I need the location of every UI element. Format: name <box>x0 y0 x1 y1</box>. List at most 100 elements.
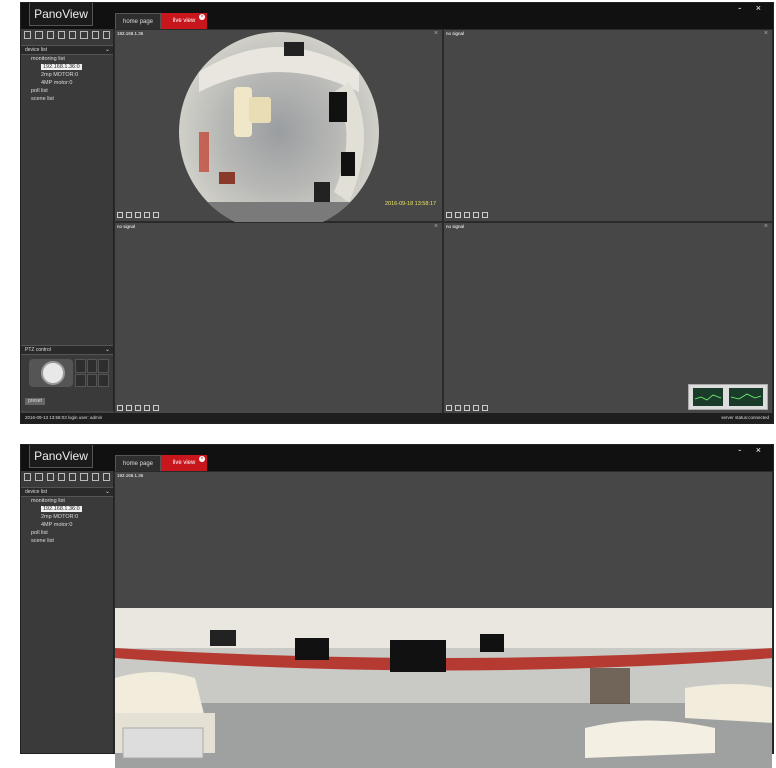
layout-1-icon[interactable] <box>24 31 32 39</box>
tab-live-view[interactable]: live view × <box>161 455 207 471</box>
layout-custom-icon[interactable] <box>80 31 88 39</box>
close-tab-icon[interactable]: × <box>199 14 205 20</box>
app-logo: PanoView <box>29 3 93 26</box>
close-icon[interactable]: × <box>764 30 768 38</box>
tree-item-camera-1-label: 192.168.1.36:0 <box>41 64 82 70</box>
tree-item-scene-list[interactable]: scene list <box>25 95 113 103</box>
add-icon[interactable] <box>153 405 159 411</box>
layout-9-icon[interactable] <box>57 31 65 39</box>
window-controls[interactable]: - × <box>738 3 767 13</box>
record-icon[interactable] <box>455 212 461 218</box>
tree-item-camera-1[interactable]: 192.168.1.36:0 <box>25 505 113 513</box>
tree-item-monitoring-list[interactable]: monitoring list <box>25 55 113 63</box>
layout-6-icon[interactable] <box>46 473 54 481</box>
cell-toolbar <box>117 212 159 220</box>
tab-live-view-label: live view <box>172 460 196 466</box>
ptz-iris-button[interactable] <box>75 373 86 387</box>
layout-16-icon[interactable] <box>69 473 77 481</box>
tree-item-poll-list[interactable]: poll list <box>25 529 113 537</box>
save-icon[interactable] <box>91 473 99 481</box>
device-tree: monitoring list 192.168.1.36:0 2mp MOTOR… <box>21 497 113 545</box>
chevron-down-icon[interactable]: ⌄ <box>105 346 110 354</box>
layout-4-icon[interactable] <box>35 473 43 481</box>
device-list-header[interactable]: device list ⌄ <box>21 487 113 497</box>
tree-item-scene-list[interactable]: scene list <box>25 537 113 545</box>
video-cell-panorama[interactable]: 192.168.1.36 <box>114 471 773 768</box>
chevron-down-icon[interactable]: ⌄ <box>105 46 110 54</box>
tab-live-view[interactable]: live view × <box>161 13 207 29</box>
close-icon[interactable]: × <box>764 223 768 231</box>
tree-item-camera-2[interactable]: 2mp MOTOR:0 <box>25 513 113 521</box>
tab-home-page[interactable]: home page <box>115 455 161 472</box>
layout-custom-icon[interactable] <box>80 473 88 481</box>
download-icon[interactable] <box>464 212 470 218</box>
ptz-focus-button[interactable] <box>98 359 109 373</box>
tree-item-camera-1-label: 192.168.1.36:0 <box>41 506 82 512</box>
layout-4-icon[interactable] <box>35 31 43 39</box>
record-icon[interactable] <box>126 212 132 218</box>
video-cell-1[interactable]: 192.168.1.36 × 2016-09-18 13:58:17 <box>114 29 443 226</box>
tree-item-camera-1[interactable]: 192.168.1.36:0 <box>25 63 113 71</box>
layout-1-icon[interactable] <box>24 473 32 481</box>
close-tab-icon[interactable]: × <box>199 456 205 462</box>
close-icon[interactable]: × <box>434 223 438 231</box>
chevron-down-icon[interactable]: ⌄ <box>105 488 110 496</box>
add-icon[interactable] <box>482 212 488 218</box>
download-icon[interactable] <box>464 405 470 411</box>
tree-item-poll-list[interactable]: poll list <box>25 87 113 95</box>
layout-9-icon[interactable] <box>57 473 65 481</box>
snapshot-icon[interactable] <box>117 212 123 218</box>
app-logo: PanoView <box>29 445 93 468</box>
cell-title: 192.168.1.36 <box>117 473 144 478</box>
snapshot-icon[interactable] <box>446 405 452 411</box>
video-timestamp: 2016-09-18 13:58:17 <box>385 201 437 207</box>
fullscreen-icon[interactable] <box>102 31 110 39</box>
download-icon[interactable] <box>135 405 141 411</box>
device-list-title: device list <box>25 47 47 53</box>
system-monitor-thumbnail[interactable] <box>688 384 768 410</box>
tree-item-camera-2[interactable]: 2mp MOTOR:0 <box>25 71 113 79</box>
ptz-wiper-button[interactable] <box>98 373 109 387</box>
tree-item-camera-3[interactable]: 4MP motor:0 <box>25 521 113 529</box>
window-controls[interactable]: - × <box>738 445 767 455</box>
snapshot-icon[interactable] <box>446 212 452 218</box>
record-icon[interactable] <box>455 405 461 411</box>
zoom-icon[interactable] <box>144 212 150 218</box>
ptz-light-button[interactable] <box>86 373 98 387</box>
tree-item-camera-3[interactable]: 4MP motor:0 <box>25 79 113 87</box>
title-bar: PanoView home page live view × - × <box>21 3 773 30</box>
layout-6-icon[interactable] <box>46 31 54 39</box>
ptz-button-grid <box>75 359 109 387</box>
video-single: 192.168.1.36 <box>114 471 773 768</box>
zoom-icon[interactable] <box>473 212 479 218</box>
ptz-header[interactable]: PTZ control ⌄ <box>21 345 113 355</box>
snapshot-icon[interactable] <box>117 405 123 411</box>
ptz-zoom-in-button[interactable] <box>75 359 86 373</box>
zoom-icon[interactable] <box>144 405 150 411</box>
preset-button[interactable]: preset <box>25 398 45 405</box>
video-cell-4[interactable]: no signal × <box>443 222 773 415</box>
download-icon[interactable] <box>135 212 141 218</box>
record-icon[interactable] <box>126 405 132 411</box>
ptz-zoom-out-button[interactable] <box>86 359 98 373</box>
ptz-direction-wheel[interactable] <box>41 361 65 385</box>
video-cell-2[interactable]: no signal × <box>443 29 773 222</box>
video-grid: 192.168.1.36 × 2016-09-18 13:58:17 no si… <box>114 29 773 415</box>
layout-16-icon[interactable] <box>69 31 77 39</box>
save-icon[interactable] <box>91 31 99 39</box>
fullscreen-icon[interactable] <box>102 473 110 481</box>
tab-home-page[interactable]: home page <box>115 13 161 30</box>
device-tree: monitoring list 192.168.1.36:0 2mp MOTOR… <box>21 55 113 103</box>
video-cell-3[interactable]: no signal × <box>114 222 443 415</box>
close-icon[interactable]: × <box>434 30 438 38</box>
layout-toolbar <box>21 471 113 487</box>
monitor-graph <box>693 388 763 406</box>
zoom-icon[interactable] <box>473 405 479 411</box>
fisheye-image <box>178 32 379 226</box>
add-icon[interactable] <box>153 212 159 218</box>
device-list-header[interactable]: device list ⌄ <box>21 45 113 55</box>
tree-item-monitoring-list[interactable]: monitoring list <box>25 497 113 505</box>
sidebar: device list ⌄ monitoring list 192.168.1.… <box>21 29 114 411</box>
add-icon[interactable] <box>482 405 488 411</box>
panorama-image <box>115 608 772 768</box>
